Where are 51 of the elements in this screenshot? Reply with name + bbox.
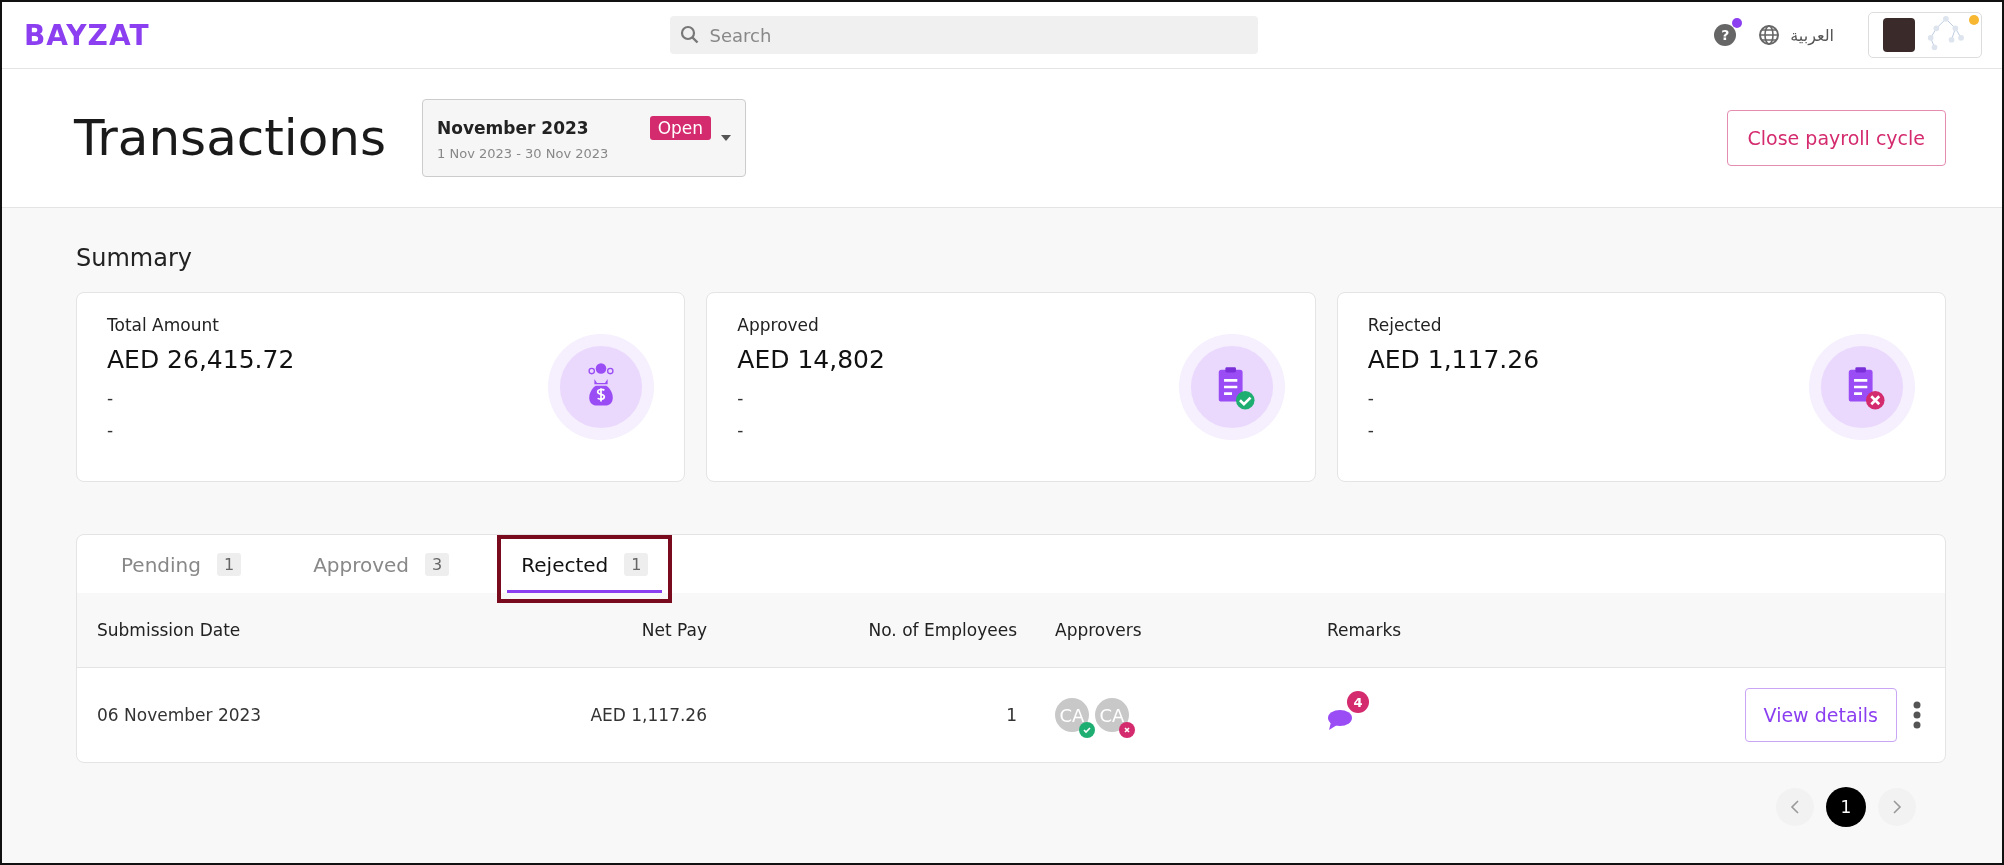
clipboard-check-icon (1178, 334, 1285, 440)
view-details-button[interactable]: View details (1744, 688, 1897, 742)
language-link[interactable]: العربية (1790, 25, 1834, 45)
close-payroll-button[interactable]: Close payroll cycle (1726, 110, 1946, 166)
photo-placeholder (1883, 18, 1916, 52)
search-field[interactable]: Search (669, 16, 1258, 54)
card-label: Total Amount (107, 315, 220, 335)
caret-icon (721, 135, 732, 141)
search-placeholder: Search (709, 24, 772, 46)
card-label: Rejected (1367, 315, 1443, 335)
column-header: No. of Employees (867, 620, 1017, 640)
help-button[interactable]: ? (1714, 24, 1737, 46)
chevron-left-icon (1790, 800, 1800, 814)
card-label: Approved (737, 315, 820, 335)
check-icon (1079, 722, 1095, 738)
logo: BAYZAT (24, 18, 150, 52)
page-button[interactable]: 1 (1826, 787, 1866, 827)
section-title: Summary (76, 244, 193, 272)
chevron-right-icon (1892, 800, 1902, 814)
card-detail: - (737, 388, 745, 408)
card-detail: - (1367, 388, 1375, 408)
period-dropdown[interactable]: November 2023 Open 1 Nov 2023 - 30 Nov 2023 (422, 99, 747, 177)
clipboard-cross-icon (1809, 334, 1915, 440)
table-cell-text: AED 1,117.26 (589, 705, 707, 725)
tab[interactable]: Pending 1 (107, 539, 256, 593)
cross-icon (1119, 722, 1135, 738)
card-amount: AED 1,117.26 (1367, 345, 1541, 374)
card-detail: - (737, 420, 745, 440)
profile-menu[interactable] (1868, 12, 1982, 58)
tab-count: 1 (216, 553, 242, 576)
table-cell-text: 1 (1005, 705, 1017, 725)
tab[interactable]: Approved 3 (299, 539, 464, 593)
globe-icon (1758, 24, 1781, 46)
column-header: Approvers (1054, 620, 1143, 640)
money-bag-icon (548, 334, 655, 440)
table-cell-text: 06 November 2023 (97, 705, 263, 725)
card-amount: AED 26,415.72 (107, 345, 296, 374)
card-detail: - (107, 420, 115, 440)
remark-count: 4 (1347, 691, 1369, 713)
more-icon[interactable] (1913, 701, 1921, 729)
tab-count: 3 (425, 553, 450, 576)
column-header: Net Pay (640, 620, 707, 640)
search-icon (679, 25, 700, 45)
tab-count: 1 (624, 553, 649, 576)
status-badge: Open (649, 115, 712, 140)
page-title: Transactions (74, 109, 387, 167)
card-detail: - (107, 388, 115, 408)
card-detail: - (1367, 420, 1375, 440)
column-header: Submission Date (97, 620, 242, 640)
column-header: Remarks (1327, 620, 1403, 640)
card-amount: AED 14,802 (737, 345, 886, 374)
